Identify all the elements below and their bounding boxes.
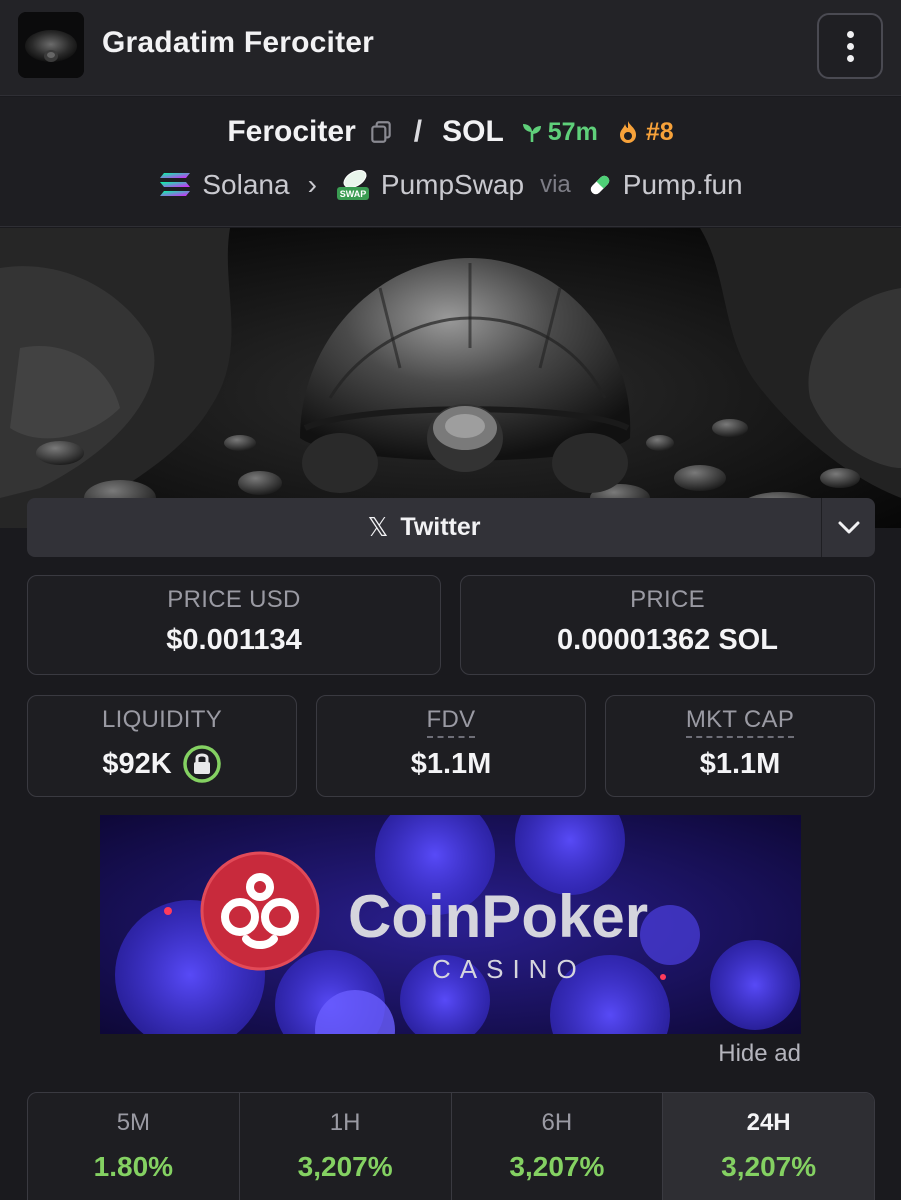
price-native-value: 0.00001362 SOL [557,624,778,656]
price-usd-value: $0.001134 [166,624,302,656]
launchpad-name[interactable]: Pump.fun [623,169,743,201]
base-token-name: Ferociter [227,115,356,148]
tab-5m[interactable]: 5M 1.80% [28,1093,240,1200]
chevron-right-icon: › [307,169,317,200]
chain-breadcrumb: Solana › SWAP PumpSwap via Pump.fun [0,167,901,203]
chevron-down-icon [838,521,859,533]
social-links-bar: 𝕏 Twitter [27,498,875,557]
pair-age: 57m [520,118,598,147]
liquidity-label: LIQUIDITY [101,706,223,733]
pumpswap-badge-text: SWAP [340,189,367,199]
advertisement-banner[interactable]: CoinPoker CASINO [100,815,801,1034]
liquidity-card: LIQUIDITY $92K [27,695,297,797]
more-menu-button[interactable] [817,13,883,79]
sprout-icon [522,124,541,142]
tab-change-value: 3,207% [509,1151,605,1182]
social-expand-button[interactable] [821,498,875,557]
hide-ad-link[interactable]: Hide ad [718,1040,801,1068]
tab-change-value: 3,207% [297,1151,393,1182]
tab-24h[interactable]: 24H 3,207% [663,1093,874,1200]
via-label: via [540,171,571,198]
market-cap-card: MKT CAP $1.1M [605,695,875,797]
timeframe-tabs: 5M 1.80% 1H 3,207% 6H 3,207% 24H 3,207% [27,1092,875,1200]
pair-separator: / [413,115,423,148]
price-native-card: PRICE 0.00001362 SOL [460,575,875,675]
liquidity-lock-icon[interactable] [182,744,222,784]
flame-icon [619,121,636,143]
trending-rank-value: #8 [645,117,674,146]
page-title: Gradatim Ferociter [102,26,375,59]
token-avatar[interactable] [18,12,84,78]
tab-6h[interactable]: 6H 3,207% [452,1093,664,1200]
fdv-label[interactable]: FDV [426,706,476,738]
pill-icon [590,175,610,195]
pair-title: Ferociter / SOL 57m #8 [0,115,901,149]
fdv-value: $1.1M [410,748,492,780]
twitter-label: Twitter [400,513,481,541]
trending-rank[interactable]: #8 [616,118,674,147]
tab-label: 5M [116,1109,151,1136]
dex-name[interactable]: PumpSwap [381,169,524,201]
kebab-dot-icon [846,30,854,38]
pair-age-value: 57m [547,117,598,146]
tab-label: 1H [329,1109,361,1136]
x-logo-icon: 𝕏 [367,512,389,542]
app-header: Gradatim Ferociter [0,0,901,96]
market-cap-label[interactable]: MKT CAP [685,706,795,738]
twitter-button[interactable]: 𝕏 Twitter [27,498,821,557]
price-native-label: PRICE [630,586,705,613]
quote-token-name: SOL [442,115,504,148]
price-usd-label: PRICE USD [167,586,301,613]
tab-change-value: 1.80% [93,1151,174,1182]
kebab-dot-icon [846,42,854,50]
tab-change-value: 3,207% [721,1151,817,1182]
pumpswap-icon: SWAP [336,169,369,200]
tab-label: 6H [541,1109,573,1136]
tab-label: 24H [746,1109,791,1136]
fdv-card: FDV $1.1M [316,695,586,797]
ad-brand-text: CoinPoker [348,883,648,950]
liquidity-value: $92K [102,747,172,780]
liquidity-value-row: $92K [28,744,296,784]
solana-icon [160,173,191,196]
price-usd-card: PRICE USD $0.001134 [27,575,441,675]
chain-name[interactable]: Solana [202,169,289,201]
ad-sub-text: CASINO [432,954,586,984]
copy-icon[interactable] [368,119,394,145]
tab-1h[interactable]: 1H 3,207% [240,1093,452,1200]
pair-info: Ferociter / SOL 57m #8 Solana › SWAP Pum… [0,97,901,227]
market-cap-value: $1.1M [699,748,781,780]
token-banner-image [0,228,901,528]
kebab-dot-icon [846,54,854,62]
